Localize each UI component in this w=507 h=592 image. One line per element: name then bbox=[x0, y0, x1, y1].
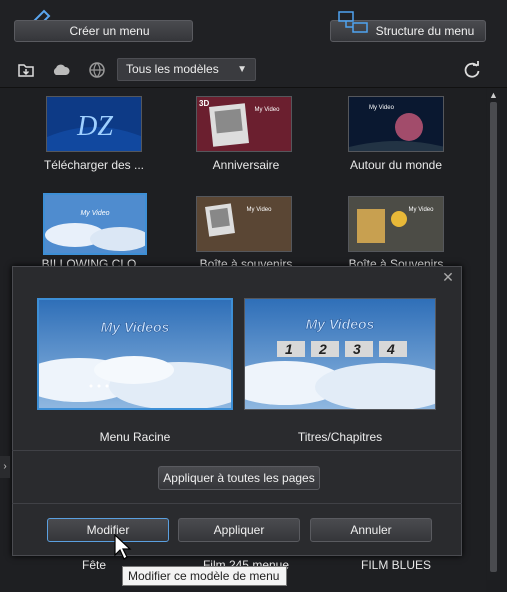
apply-button[interactable]: Appliquer bbox=[178, 518, 300, 542]
svg-text:My Videos: My Videos bbox=[306, 316, 375, 332]
divider bbox=[12, 450, 462, 451]
svg-text:DZ: DZ bbox=[76, 111, 113, 142]
template-label: FILM BLUES bbox=[360, 558, 432, 572]
globe-download-icon[interactable] bbox=[87, 60, 107, 80]
mouse-cursor-icon bbox=[114, 533, 132, 560]
template-label: Télécharger des ... bbox=[43, 158, 145, 172]
modify-button[interactable]: Modifier bbox=[47, 518, 169, 542]
template-label: Autour du monde bbox=[349, 158, 443, 172]
tooltip: Modifier ce modèle de menu bbox=[122, 566, 287, 586]
template-thumbnail[interactable]: DZ bbox=[46, 96, 142, 152]
apply-to-all-pages-button[interactable]: Appliquer à toutes les pages bbox=[158, 466, 320, 490]
chevron-down-icon: ▼ bbox=[237, 64, 247, 75]
template-filter-select[interactable]: Tous les modèles ▼ bbox=[117, 58, 256, 81]
svg-text:My Video: My Video bbox=[247, 207, 273, 213]
download-templates-icon: DZ bbox=[47, 97, 141, 151]
svg-text:2: 2 bbox=[318, 341, 327, 357]
template-label: Anniversaire bbox=[212, 158, 280, 172]
divider bbox=[12, 503, 462, 504]
thumbnail-art: My Video bbox=[197, 197, 291, 251]
thumbnail-art: My Video 3D bbox=[197, 97, 291, 151]
root-menu-preview[interactable]: My Videos bbox=[37, 298, 233, 410]
svg-text:My Video: My Video bbox=[80, 210, 109, 217]
template-thumbnail[interactable]: My Video bbox=[348, 196, 444, 252]
refresh-icon[interactable] bbox=[462, 60, 482, 80]
thumbnail-art: My Video bbox=[349, 97, 443, 151]
close-icon[interactable]: ✕ bbox=[441, 270, 455, 284]
template-thumbnail[interactable]: My Video bbox=[348, 96, 444, 152]
template-thumbnail[interactable]: My Video bbox=[196, 196, 292, 252]
template-thumbnail-selected[interactable]: My Video bbox=[43, 193, 147, 255]
svg-text:My Video: My Video bbox=[409, 207, 435, 213]
scrollbar-thumb[interactable] bbox=[490, 102, 497, 572]
expand-panel-icon[interactable]: › bbox=[0, 456, 10, 478]
preview-art: My Videos 1 2 3 4 bbox=[245, 299, 435, 409]
svg-text:My Video: My Video bbox=[369, 105, 395, 111]
import-template-icon[interactable] bbox=[16, 60, 36, 80]
create-menu-button[interactable]: Créer un menu bbox=[14, 20, 193, 42]
thumbnail-art: My Video bbox=[349, 197, 443, 251]
filter-value: Tous les modèles bbox=[126, 62, 219, 76]
svg-text:3: 3 bbox=[353, 341, 361, 357]
chapters-label: Titres/Chapitres bbox=[297, 430, 383, 444]
svg-text:4: 4 bbox=[386, 341, 395, 357]
template-thumbnail[interactable]: My Video 3D bbox=[196, 96, 292, 152]
chapters-preview[interactable]: My Videos 1 2 3 4 bbox=[244, 298, 436, 410]
root-menu-label: Menu Racine bbox=[99, 430, 171, 444]
svg-text:1: 1 bbox=[285, 341, 293, 357]
menu-structure-icon bbox=[338, 11, 368, 33]
cancel-button[interactable]: Annuler bbox=[310, 518, 432, 542]
preview-art: My Videos bbox=[39, 300, 231, 408]
svg-text:My Video: My Video bbox=[255, 107, 281, 113]
thumbnail-art: My Video bbox=[45, 195, 145, 253]
svg-text:3D: 3D bbox=[199, 99, 209, 108]
scroll-up-icon[interactable]: ▲ bbox=[489, 90, 498, 100]
cloud-icon[interactable] bbox=[51, 60, 71, 80]
svg-text:My Videos: My Videos bbox=[101, 319, 170, 335]
